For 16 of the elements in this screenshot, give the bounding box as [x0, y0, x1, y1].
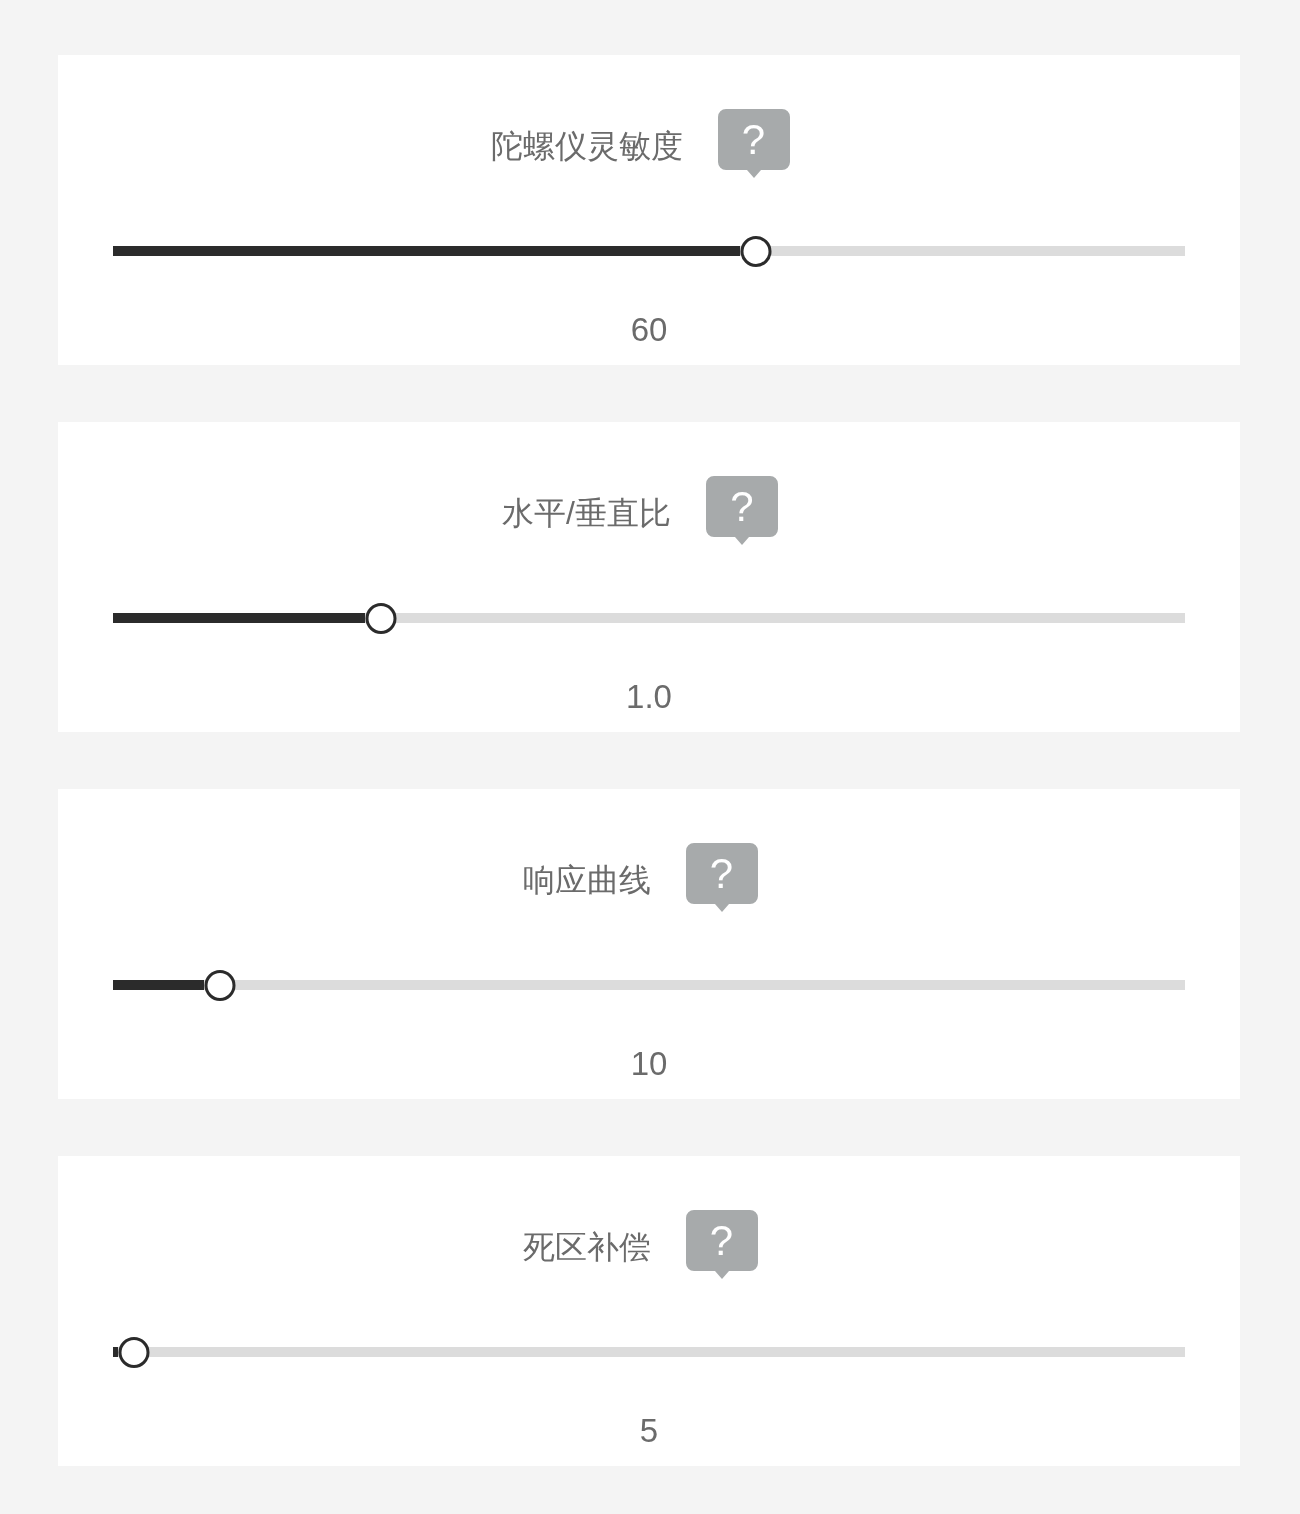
help-button[interactable]: ?	[717, 108, 790, 178]
help-button[interactable]: ?	[705, 475, 778, 545]
slider-thumb[interactable]	[204, 970, 236, 1001]
help-button[interactable]: ?	[685, 1209, 758, 1279]
help-button[interactable]: ?	[685, 842, 758, 912]
setting-label: 水平/垂直比	[502, 494, 671, 533]
setting-value: 60	[630, 310, 668, 350]
setting-label: 陀螺仪灵敏度	[490, 127, 683, 166]
slider-thumb[interactable]	[118, 1337, 150, 1368]
setting-value: 1.0	[626, 677, 672, 717]
setting-value: 5	[639, 1411, 659, 1451]
slider-thumb[interactable]	[365, 603, 397, 634]
setting-value: 10	[630, 1044, 668, 1084]
slider-thumb[interactable]	[740, 236, 772, 267]
setting-label: 死区补偿	[522, 1228, 651, 1267]
setting-label: 响应曲线	[522, 861, 651, 900]
